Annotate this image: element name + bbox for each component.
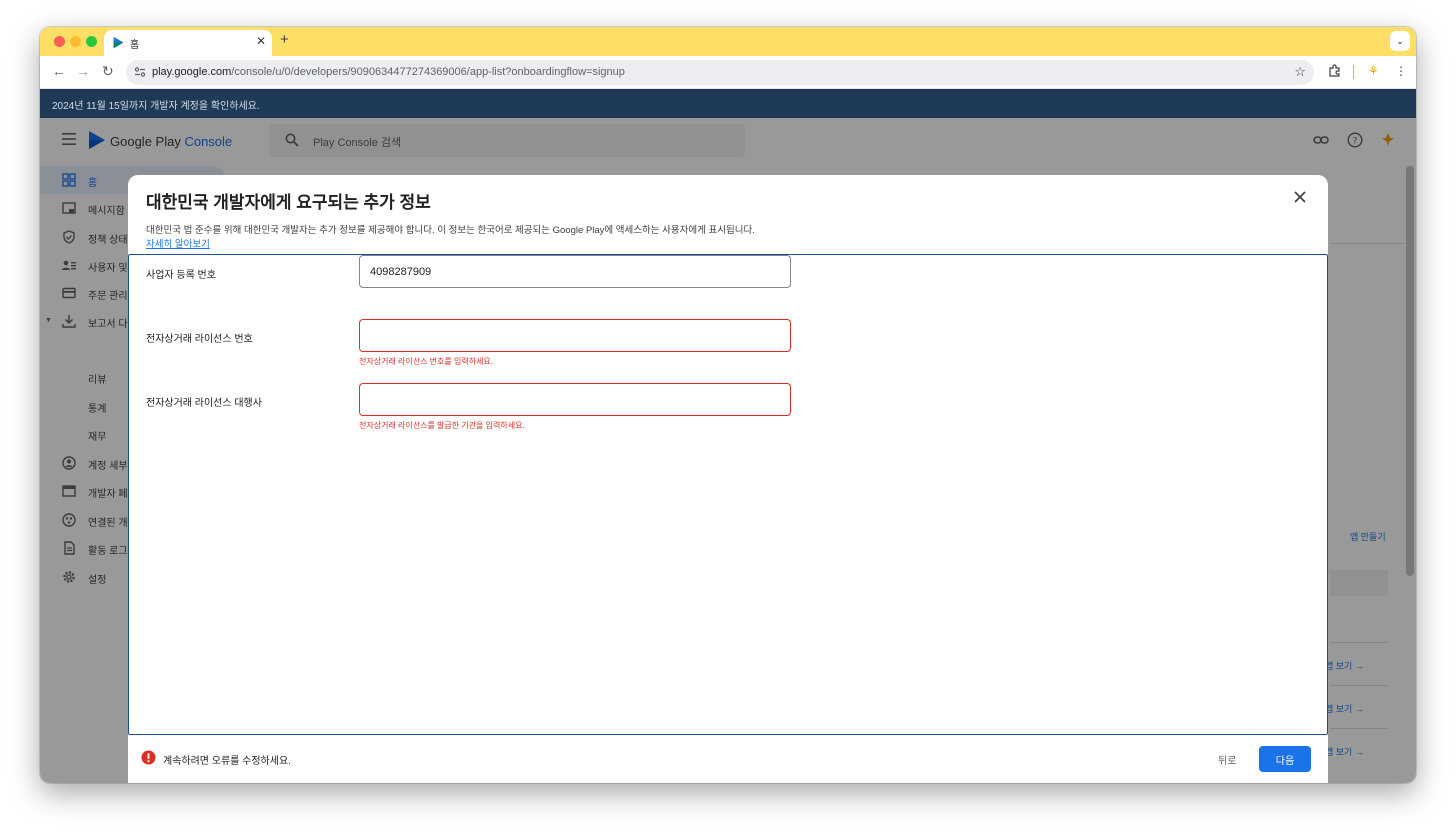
- business-registration-label: 사업자 등록 번호: [146, 270, 216, 281]
- minimize-window-button[interactable]: [70, 36, 81, 47]
- browser-window: 홈 ✕ + ⌄ ← → ↻ play.google.com/console/u/…: [40, 27, 1416, 783]
- tab-search-button[interactable]: ⌄: [1390, 31, 1410, 51]
- next-button[interactable]: 다음: [1259, 746, 1311, 772]
- close-window-button[interactable]: [54, 36, 65, 47]
- learn-more-link[interactable]: 자세히 알아보기: [146, 236, 210, 250]
- ecommerce-license-agency-error: 전자상거래 라이선스를 발급한 기관을 입력하세요.: [359, 421, 525, 430]
- tab-strip: 홈 ✕ + ⌄: [40, 27, 1416, 56]
- tab-close-icon[interactable]: ✕: [256, 34, 266, 48]
- ecommerce-license-number-input[interactable]: [359, 319, 791, 352]
- tab-title: 홈: [130, 40, 140, 51]
- play-console-app: Google Play Console Play Console 검색 ? 홈 …: [40, 118, 1416, 783]
- reload-icon[interactable]: ↻: [102, 63, 114, 80]
- url-text: play.google.com/console/u/0/developers/9…: [152, 66, 625, 78]
- back-button[interactable]: 뒤로: [1206, 746, 1248, 772]
- dialog-title: 대한민국 개발자에게 요구되는 추가 정보: [146, 193, 431, 212]
- new-tab-button[interactable]: +: [280, 31, 289, 48]
- bookmark-star-icon[interactable]: ☆: [1294, 64, 1306, 80]
- verification-banner: 2024년 11월 15일까지 개발자 계정을 확인하세요.: [40, 89, 1416, 118]
- dialog-footer: 계속하려면 오류를 수정하세요. 뒤로 다음: [128, 735, 1328, 783]
- url-path: /console/u/0/developers/9090634477274369…: [231, 66, 625, 78]
- maximize-window-button[interactable]: [86, 36, 97, 47]
- play-console-favicon-icon: [113, 36, 124, 49]
- korea-developer-info-dialog: 대한민국 개발자에게 요구되는 추가 정보 대한민국 법 준수를 위해 대한민국…: [128, 175, 1328, 783]
- browser-toolbar: ← → ↻ play.google.com/console/u/0/develo…: [40, 56, 1416, 89]
- error-icon: [141, 750, 156, 765]
- forward-arrow-icon[interactable]: →: [76, 63, 90, 79]
- extension-icon[interactable]: ⚘: [1368, 64, 1379, 78]
- browser-tab[interactable]: 홈 ✕: [104, 30, 272, 56]
- footer-error-message: 계속하려면 오류를 수정하세요.: [163, 756, 291, 767]
- address-bar[interactable]: play.google.com/console/u/0/developers/9…: [126, 60, 1314, 85]
- dialog-description: 대한민국 법 준수를 위해 대한민국 개발자는 추가 정보를 제공해야 합니다.…: [146, 225, 755, 236]
- ecommerce-license-agency-input[interactable]: [359, 383, 791, 416]
- form-area: 사업자 등록 번호 전자상거래 라이선스 번호 전자상거래 라이선스 번호를 입…: [128, 254, 1328, 735]
- business-registration-input[interactable]: [359, 255, 791, 288]
- browser-menu-icon[interactable]: ⋮: [1395, 64, 1407, 78]
- close-icon[interactable]: [1292, 189, 1308, 205]
- ecommerce-license-number-error: 전자상거래 라이선스 번호를 입력하세요.: [359, 357, 494, 366]
- back-arrow-icon[interactable]: ←: [52, 63, 66, 79]
- toolbar-divider: [1353, 65, 1354, 79]
- ecommerce-license-number-label: 전자상거래 라이선스 번호: [146, 334, 253, 345]
- ecommerce-license-agency-label: 전자상거래 라이선스 대행사: [146, 398, 262, 409]
- banner-text: 2024년 11월 15일까지 개발자 계정을 확인하세요.: [52, 101, 260, 112]
- site-settings-icon[interactable]: [134, 66, 146, 78]
- url-host: play.google.com: [152, 66, 232, 78]
- extensions-puzzle-icon[interactable]: [1328, 64, 1342, 78]
